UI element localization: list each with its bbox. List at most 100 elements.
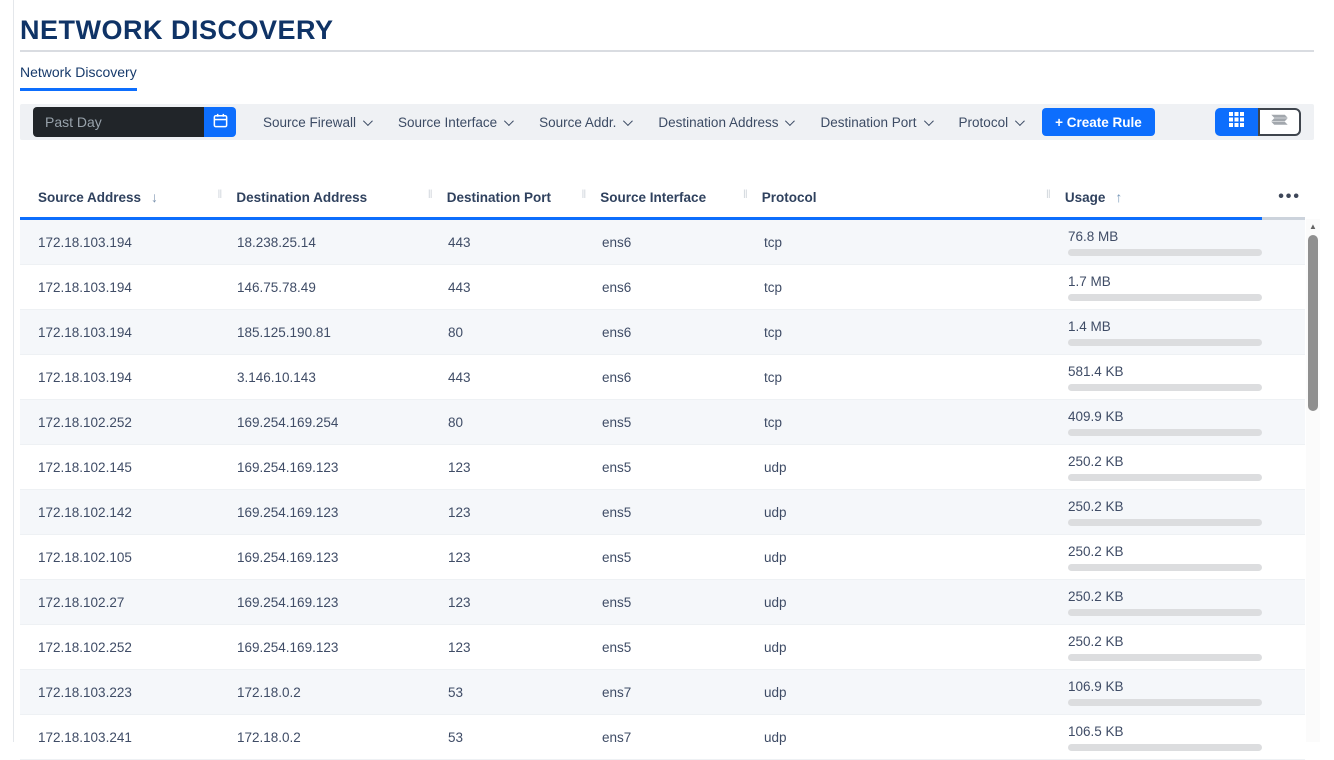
- cell-destination-port: 53: [448, 685, 602, 700]
- usage-value: 250.2 KB: [1068, 454, 1282, 469]
- usage-bar-track: [1068, 339, 1262, 346]
- table-row[interactable]: 172.18.103.241 172.18.0.2 53 ens7 udp 10…: [20, 715, 1305, 760]
- sort-asc-icon: ↑: [1115, 189, 1122, 205]
- filter-destination-port[interactable]: Destination Port: [820, 115, 930, 130]
- table-row[interactable]: 172.18.103.194 185.125.190.81 80 ens6 tc…: [20, 310, 1305, 355]
- calendar-button[interactable]: [204, 107, 236, 137]
- cell-usage: 250.2 KB: [1068, 454, 1282, 481]
- tab-bar: Network Discovery: [20, 64, 1314, 91]
- filter-source-firewall[interactable]: Source Firewall: [263, 115, 370, 130]
- usage-value: 1.7 MB: [1068, 274, 1282, 289]
- filter-label: Destination Address: [658, 115, 778, 130]
- cell-protocol: tcp: [764, 280, 1068, 295]
- chevron-down-icon: [623, 116, 633, 126]
- table-body: 172.18.103.194 18.238.25.14 443 ens6 tcp…: [20, 220, 1305, 760]
- create-rule-button[interactable]: + Create Rule: [1042, 108, 1155, 136]
- date-range-input[interactable]: Past Day: [33, 107, 204, 137]
- table-row[interactable]: 172.18.103.194 18.238.25.14 443 ens6 tcp…: [20, 220, 1305, 265]
- cell-source-interface: ens5: [602, 415, 764, 430]
- cell-protocol: udp: [764, 685, 1068, 700]
- column-header-destination-address[interactable]: Destination Address: [236, 177, 446, 217]
- column-header-protocol[interactable]: Protocol: [762, 177, 1065, 217]
- table-row[interactable]: 172.18.102.252 169.254.169.254 80 ens5 t…: [20, 400, 1305, 445]
- column-menu-ellipsis-icon[interactable]: •••: [1278, 192, 1305, 202]
- cell-protocol: tcp: [764, 370, 1068, 385]
- cell-usage: 409.9 KB: [1068, 409, 1282, 436]
- column-header-usage[interactable]: Usage ↑: [1065, 177, 1278, 217]
- column-label: Source Address: [38, 190, 141, 205]
- table-row[interactable]: 172.18.103.194 3.146.10.143 443 ens6 tcp…: [20, 355, 1305, 400]
- cell-source-interface: ens6: [602, 325, 764, 340]
- filter-source-addr[interactable]: Source Addr.: [539, 115, 630, 130]
- cell-protocol: tcp: [764, 415, 1068, 430]
- page-title: NETWORK DISCOVERY: [20, 15, 1314, 46]
- cell-protocol: udp: [764, 730, 1068, 745]
- cell-destination-port: 80: [448, 415, 602, 430]
- filter-protocol[interactable]: Protocol: [959, 115, 1023, 130]
- filter-destination-address[interactable]: Destination Address: [658, 115, 792, 130]
- cell-destination-address: 18.238.25.14: [237, 235, 448, 250]
- column-header-source-interface[interactable]: Source Interface: [600, 177, 762, 217]
- cell-source-interface: ens5: [602, 550, 764, 565]
- cell-source-address: 172.18.103.194: [20, 325, 237, 340]
- cell-usage: 76.8 MB: [1068, 229, 1282, 256]
- table-row[interactable]: 172.18.102.105 169.254.169.123 123 ens5 …: [20, 535, 1305, 580]
- cell-source-address: 172.18.102.142: [20, 505, 237, 520]
- cell-destination-address: 146.75.78.49: [237, 280, 448, 295]
- flow-view-icon: [1271, 112, 1288, 133]
- cell-source-address: 172.18.103.194: [20, 370, 237, 385]
- chevron-down-icon: [785, 116, 795, 126]
- cell-destination-address: 169.254.169.123: [237, 595, 448, 610]
- table-row[interactable]: 172.18.102.145 169.254.169.123 123 ens5 …: [20, 445, 1305, 490]
- usage-bar-track: [1068, 474, 1262, 481]
- network-discovery-page: NETWORK DISCOVERY Network Discovery Past…: [20, 0, 1314, 760]
- cell-protocol: tcp: [764, 235, 1068, 250]
- cell-source-interface: ens6: [602, 370, 764, 385]
- cell-usage: 250.2 KB: [1068, 589, 1282, 616]
- cell-source-interface: ens5: [602, 595, 764, 610]
- scrollbar-thumb[interactable]: [1308, 235, 1318, 411]
- cell-protocol: udp: [764, 460, 1068, 475]
- chevron-down-icon: [924, 116, 934, 126]
- cell-protocol: tcp: [764, 325, 1068, 340]
- filter-toolbar: Past Day Source Firewall Source Inter: [20, 104, 1314, 140]
- cell-source-address: 172.18.102.27: [20, 595, 237, 610]
- table-scrollbar[interactable]: ▲: [1306, 219, 1320, 742]
- cell-destination-port: 123: [448, 460, 602, 475]
- cell-destination-port: 443: [448, 370, 602, 385]
- cell-destination-port: 53: [448, 730, 602, 745]
- table-row[interactable]: 172.18.102.142 169.254.169.123 123 ens5 …: [20, 490, 1305, 535]
- usage-bar-track: [1068, 249, 1262, 256]
- table-row[interactable]: 172.18.103.223 172.18.0.2 53 ens7 udp 10…: [20, 670, 1305, 715]
- filter-source-interface[interactable]: Source Interface: [398, 115, 511, 130]
- column-label: Destination Address: [236, 190, 367, 205]
- tab-network-discovery[interactable]: Network Discovery: [20, 64, 137, 91]
- column-header-source-address[interactable]: Source Address ↓: [20, 177, 236, 217]
- cell-destination-port: 443: [448, 280, 602, 295]
- flow-view-button[interactable]: [1258, 108, 1301, 136]
- cell-source-address: 172.18.102.252: [20, 640, 237, 655]
- sort-desc-icon: ↓: [151, 189, 158, 205]
- usage-value: 106.9 KB: [1068, 679, 1282, 694]
- chevron-down-icon: [363, 116, 373, 126]
- column-label: Destination Port: [447, 190, 551, 205]
- page-left-border: [13, 0, 14, 742]
- table-row[interactable]: 172.18.102.27 169.254.169.123 123 ens5 u…: [20, 580, 1305, 625]
- cell-source-address: 172.18.102.145: [20, 460, 237, 475]
- scroll-up-icon[interactable]: ▲: [1306, 223, 1320, 231]
- header-underline: [20, 217, 1305, 220]
- usage-value: 581.4 KB: [1068, 364, 1282, 379]
- filter-dropdowns: Source Firewall Source Interface Source …: [263, 115, 1022, 130]
- table-header: Source Address ↓ Destination Address Des…: [20, 177, 1305, 217]
- table-row[interactable]: 172.18.103.194 146.75.78.49 443 ens6 tcp…: [20, 265, 1305, 310]
- usage-bar-track: [1068, 609, 1262, 616]
- table-row[interactable]: 172.18.102.252 169.254.169.123 123 ens5 …: [20, 625, 1305, 670]
- cell-source-interface: ens5: [602, 505, 764, 520]
- table-view-button[interactable]: [1215, 108, 1258, 136]
- usage-bar-track: [1068, 699, 1262, 706]
- usage-bar-track: [1068, 294, 1262, 301]
- cell-destination-address: 172.18.0.2: [237, 685, 448, 700]
- usage-value: 250.2 KB: [1068, 499, 1282, 514]
- cell-protocol: udp: [764, 505, 1068, 520]
- column-header-destination-port[interactable]: Destination Port: [447, 177, 601, 217]
